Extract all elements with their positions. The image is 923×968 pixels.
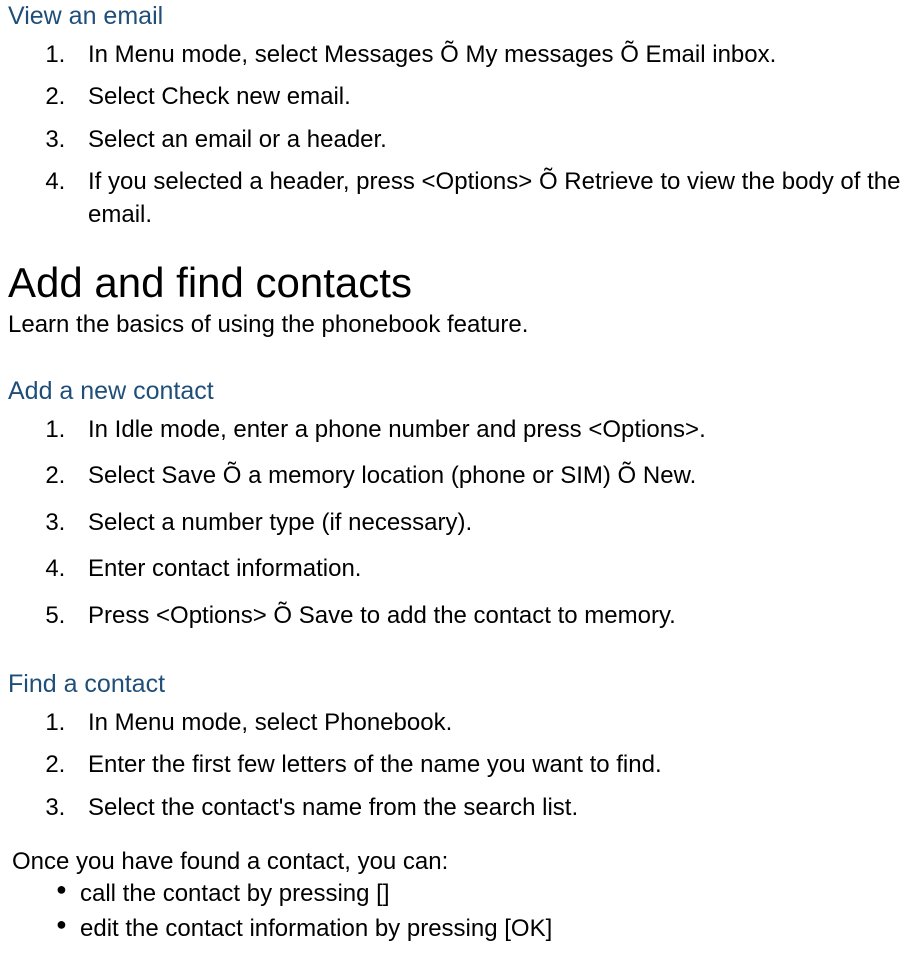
steps-find-contact: In Menu mode, select Phonebook. Enter th… <box>8 707 915 824</box>
heading-contacts: Add and find contacts <box>8 259 915 307</box>
list-item: In Menu mode, select Messages Õ My messa… <box>72 39 915 71</box>
list-item: If you selected a header, press <Options… <box>72 166 915 231</box>
list-item: Select a number type (if necessary). <box>72 507 915 539</box>
actions-list: call the contact by pressing [] edit the… <box>8 878 915 944</box>
list-item: Select Save Õ a memory location (phone o… <box>72 460 915 492</box>
list-item: edit the contact information by pressing… <box>56 913 915 944</box>
after-found-text: Once you have found a contact, you can: <box>12 848 915 876</box>
subheading-find-contact: Find a contact <box>8 668 915 699</box>
list-item: Enter the first few letters of the name … <box>72 749 915 781</box>
list-item: In Menu mode, select Phonebook. <box>72 707 915 739</box>
list-item: call the contact by pressing [] <box>56 878 915 909</box>
list-item: Select Check new email. <box>72 81 915 113</box>
list-item: Select the contact's name from the searc… <box>72 792 915 824</box>
steps-view-email: In Menu mode, select Messages Õ My messa… <box>8 39 915 231</box>
list-item: In Idle mode, enter a phone number and p… <box>72 414 915 446</box>
subheading-view-email: View an email <box>8 0 915 31</box>
document-page: View an email In Menu mode, select Messa… <box>0 0 923 968</box>
list-item: Select an email or a header. <box>72 124 915 156</box>
steps-add-contact: In Idle mode, enter a phone number and p… <box>8 414 915 632</box>
list-item: Enter contact information. <box>72 553 915 585</box>
list-item: Press <Options> Õ Save to add the contac… <box>72 600 915 632</box>
intro-contacts: Learn the basics of using the phonebook … <box>8 311 915 339</box>
subheading-add-contact: Add a new contact <box>8 375 915 406</box>
